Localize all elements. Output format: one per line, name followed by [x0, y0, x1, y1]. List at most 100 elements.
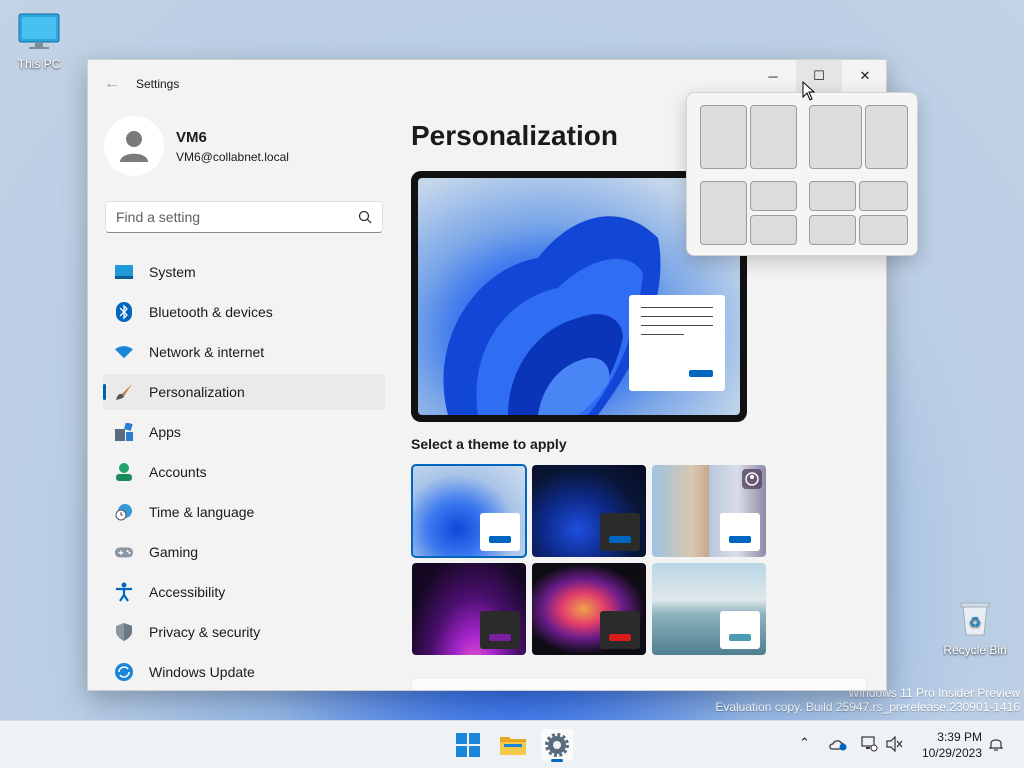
recycle-bin-icon: ♻ [960, 602, 990, 636]
snap-zone[interactable] [809, 181, 856, 211]
sidebar-item-label: Network & internet [149, 344, 265, 360]
desktop-icon-label: Recycle Bin [943, 643, 1007, 657]
globe-clock-icon [115, 503, 133, 521]
snap-zone[interactable] [809, 105, 862, 169]
sidebar-item-bluetooth[interactable]: Bluetooth & devices [103, 294, 385, 330]
taskbar: ⌃ 3:39 PM 10/29/2023 [0, 720, 1024, 768]
sidebar-item-accounts[interactable]: Accounts [103, 454, 385, 490]
close-button[interactable]: ✕ [842, 60, 886, 92]
network-icon[interactable] [860, 736, 878, 755]
folder-icon [500, 737, 526, 755]
watermark-line-2: Evaluation copy. Build 25947.rs_prerelea… [715, 700, 1020, 714]
brush-icon [115, 383, 133, 401]
onedrive-icon[interactable] [829, 737, 847, 754]
snap-zone[interactable] [865, 105, 908, 169]
accessibility-icon [115, 582, 133, 602]
sidebar-item-label: Windows Update [149, 664, 255, 680]
avatar [104, 116, 164, 176]
clock-date: 10/29/2023 [921, 746, 982, 760]
mouse-cursor-icon [802, 81, 816, 101]
sidebar-item-label: Apps [149, 424, 181, 440]
volume-muted-icon[interactable] [886, 735, 904, 755]
apps-icon [115, 423, 133, 441]
spotlight-icon [742, 469, 762, 489]
clock-time: 3:39 PM [937, 730, 982, 744]
sidebar-item-personalization[interactable]: Personalization [103, 374, 385, 410]
gamepad-icon [115, 543, 133, 561]
system-icon [115, 263, 133, 281]
theme-grid [411, 464, 768, 655]
snap-zone[interactable] [809, 215, 856, 245]
theme-mini-window [600, 611, 640, 649]
page-title: Personalization [411, 120, 618, 151]
sidebar-item-label: Privacy & security [149, 624, 261, 640]
window-title: Settings [136, 77, 180, 91]
windows-logo-icon [456, 733, 480, 757]
snap-zone[interactable] [859, 181, 908, 211]
theme-mini-window [600, 513, 640, 551]
snap-zone[interactable] [859, 215, 908, 245]
theme-mini-window [720, 513, 760, 551]
snap-zone[interactable] [700, 181, 747, 245]
theme-captured-motion[interactable] [532, 563, 646, 655]
chevron-up-icon[interactable]: ⌃ [799, 735, 810, 751]
theme-mini-window [720, 611, 760, 649]
accounts-icon [115, 463, 133, 481]
sidebar-item-accessibility[interactable]: Accessibility [103, 574, 385, 610]
snap-zone[interactable] [700, 105, 747, 169]
gear-icon [545, 733, 569, 757]
snap-zone[interactable] [750, 105, 797, 169]
back-arrow-icon[interactable]: ← [88, 75, 136, 93]
svg-text:♻: ♻ [969, 614, 982, 630]
sidebar-nav: System Bluetooth & devices Network & int… [103, 254, 385, 690]
start-button[interactable] [452, 729, 484, 761]
monitor-icon [18, 13, 60, 49]
sidebar-item-time-language[interactable]: Time & language [103, 494, 385, 530]
sidebar-item-label: Gaming [149, 544, 199, 560]
theme-windows-spotlight[interactable] [652, 465, 766, 557]
update-icon [115, 663, 133, 681]
desktop-icon-recycle-bin[interactable]: ♻ Recycle Bin [943, 598, 1007, 657]
sidebar-item-windows-update[interactable]: Windows Update [103, 654, 385, 690]
preview-accent-button [689, 370, 713, 377]
settings-taskbar-button[interactable] [541, 729, 573, 762]
user-name: VM6 [176, 128, 207, 146]
bluetooth-icon [115, 302, 133, 322]
sidebar-item-label: Accessibility [149, 584, 226, 600]
sidebar-item-network[interactable]: Network & internet [103, 334, 385, 370]
desktop-icon-label: This PC [17, 57, 61, 71]
theme-flow[interactable] [652, 563, 766, 655]
user-profile[interactable]: VM6 VM6@collabnet.local [104, 116, 289, 176]
sidebar-item-label: System [149, 264, 196, 280]
sidebar-item-privacy-security[interactable]: Privacy & security [103, 614, 385, 650]
sidebar-item-label: Personalization [149, 384, 245, 400]
sidebar-item-label: Accounts [149, 464, 207, 480]
theme-windows-light[interactable] [411, 464, 527, 558]
theme-mini-window [480, 611, 520, 649]
sidebar-item-label: Bluetooth & devices [149, 304, 273, 320]
clock[interactable]: 3:39 PM 10/29/2023 [922, 729, 982, 761]
bell-icon[interactable] [988, 736, 1004, 755]
search-input[interactable] [116, 209, 358, 225]
theme-glow[interactable] [412, 563, 526, 655]
snap-zone[interactable] [750, 181, 797, 211]
search-box[interactable] [105, 201, 383, 233]
user-email: VM6@collabnet.local [176, 149, 289, 164]
sidebar-item-apps[interactable]: Apps [103, 414, 385, 450]
wifi-icon [115, 343, 133, 361]
desktop-icon-this-pc[interactable]: This PC [7, 12, 71, 71]
sidebar-item-system[interactable]: System [103, 254, 385, 290]
preview-window-card [629, 295, 725, 391]
sidebar-item-label: Time & language [149, 504, 255, 520]
theme-section-label: Select a theme to apply [411, 436, 567, 452]
theme-mini-window [480, 513, 520, 551]
shield-icon [115, 623, 133, 641]
file-explorer-button[interactable] [497, 729, 529, 761]
sidebar-item-gaming[interactable]: Gaming [103, 534, 385, 570]
settings-card[interactable] [411, 677, 867, 690]
minimize-button[interactable]: ─ [750, 60, 796, 92]
snap-layouts-flyout [686, 92, 918, 256]
snap-zone[interactable] [750, 215, 797, 245]
theme-windows-dark[interactable] [532, 465, 646, 557]
active-indicator [551, 759, 563, 762]
